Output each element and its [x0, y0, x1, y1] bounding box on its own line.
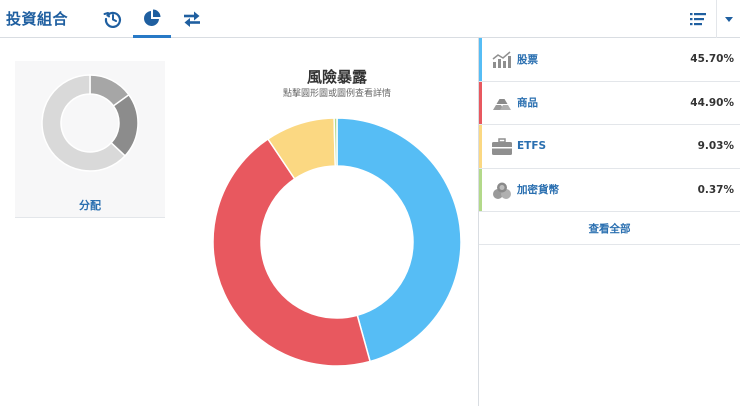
- list-view-button[interactable]: [680, 0, 716, 38]
- tab-transfers[interactable]: [173, 0, 211, 38]
- crypto-coins-icon: [493, 182, 511, 199]
- tab-allocation[interactable]: [133, 0, 171, 38]
- allocation-mini-donut: [41, 74, 139, 172]
- transfer-arrows-icon: [184, 11, 200, 27]
- breakdown-panel: 股票 45.70% 商品 44.90% ETFS 9.03% 加密貨幣 0.37…: [478, 38, 740, 406]
- breakdown-row-stocks[interactable]: 股票 45.70%: [479, 38, 740, 82]
- options-menu-button[interactable]: [716, 0, 740, 38]
- row-value: 0.37%: [697, 183, 734, 196]
- row-color-bar: [479, 38, 482, 81]
- row-value: 9.03%: [697, 140, 734, 153]
- chart-title: 風險暴露: [306, 68, 367, 86]
- history-icon: [103, 11, 122, 28]
- top-bar: 投資組合: [0, 0, 740, 38]
- list-icon: [690, 13, 706, 26]
- row-value: 45.70%: [690, 53, 734, 66]
- row-value: 44.90%: [690, 96, 734, 109]
- pie-chart-icon: [144, 9, 161, 26]
- commodities-icon: [493, 98, 511, 110]
- row-color-bar: [479, 81, 482, 124]
- view-all-link[interactable]: 查看全部: [479, 212, 740, 245]
- breakdown-row-crypto[interactable]: 加密貨幣 0.37%: [479, 168, 740, 212]
- app-title: 投資組合: [6, 10, 69, 28]
- tab-history[interactable]: [94, 0, 132, 38]
- row-color-bar: [479, 125, 482, 168]
- row-label: ETFS: [517, 140, 547, 153]
- breakdown-row-commodities[interactable]: 商品 44.90%: [479, 81, 740, 125]
- briefcase-icon: [492, 138, 512, 155]
- chart-subtitle: 點擊圓形圖或圖例查看詳情: [282, 89, 391, 99]
- donut-slice-3[interactable]: [333, 118, 338, 167]
- stocks-chart-icon: [492, 51, 511, 68]
- exposure-donut-chart[interactable]: [212, 118, 462, 368]
- allocation-card[interactable]: 分配: [15, 61, 165, 218]
- caret-down-icon: [724, 16, 733, 22]
- row-label: 商品: [517, 97, 538, 110]
- row-label: 加密貨幣: [517, 184, 559, 197]
- breakdown-row-etfs[interactable]: ETFS 9.03%: [479, 125, 740, 169]
- allocation-label: 分配: [79, 199, 101, 212]
- row-color-bar: [479, 168, 482, 211]
- row-label: 股票: [517, 53, 538, 66]
